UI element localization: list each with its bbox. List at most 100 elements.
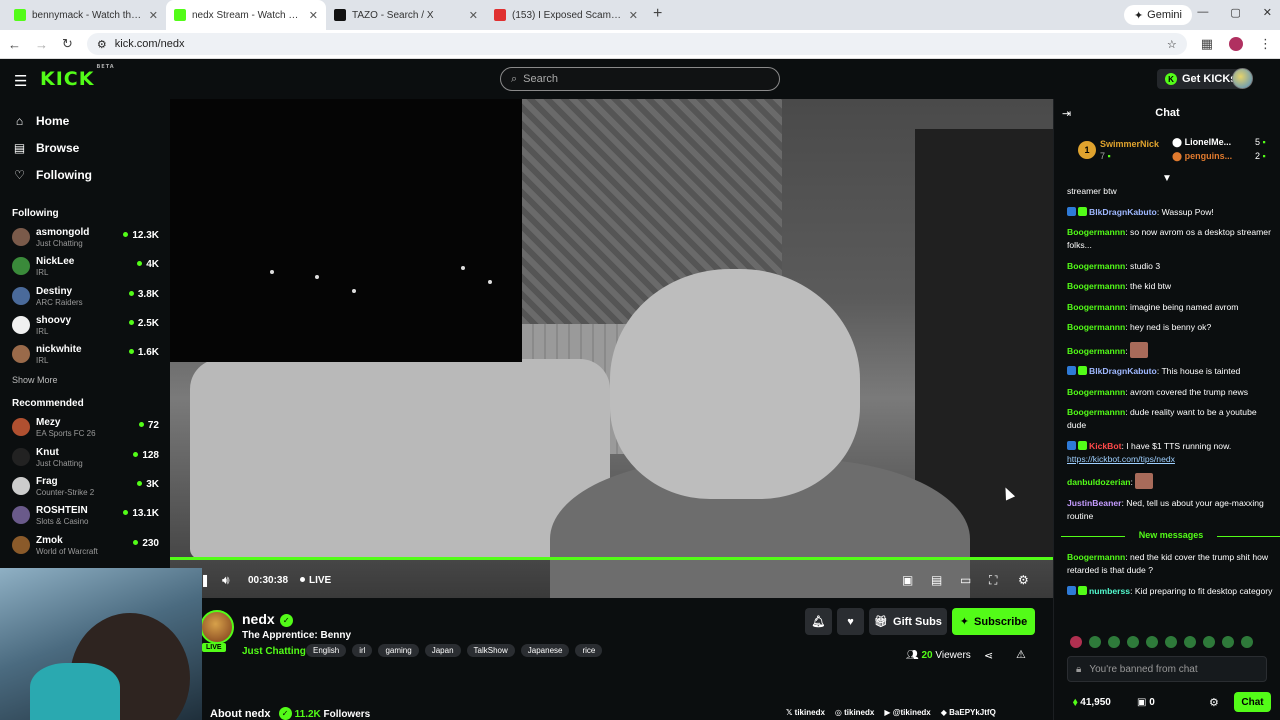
live-indicator[interactable]: LIVE xyxy=(300,575,331,586)
expand-leaderboard-icon[interactable]: ▼ xyxy=(1162,173,1172,184)
address-bar[interactable]: ⚙ kick.com/nedx ☆ xyxy=(86,33,1187,55)
stream-tag[interactable]: Japan xyxy=(424,644,461,657)
share-icon[interactable]: ⋖ xyxy=(984,649,993,662)
chat-settings-icon[interactable]: ⚙ xyxy=(1209,696,1219,709)
report-icon[interactable]: ⚠ xyxy=(1016,648,1026,661)
quick-emote-icon[interactable] xyxy=(1127,636,1139,648)
nav-following[interactable]: ♡ Following xyxy=(0,161,170,188)
chat-input[interactable]: 🔒︎ You're banned from chat xyxy=(1067,656,1267,682)
video-player[interactable] xyxy=(170,99,1053,598)
search-input[interactable]: ⌕ Search xyxy=(500,67,780,91)
quick-emote-icon[interactable] xyxy=(1222,636,1234,648)
stream-tag[interactable]: irl xyxy=(352,644,373,657)
back-icon[interactable]: ← xyxy=(8,37,21,52)
reload-icon[interactable]: ↻ xyxy=(62,36,73,52)
sidebar-channel[interactable]: Mezy EA Sports FC 26 72 xyxy=(0,412,170,441)
streamer-avatar[interactable] xyxy=(200,610,234,644)
mini-player-icon[interactable]: ▣ xyxy=(902,573,913,587)
stream-tag[interactable]: English xyxy=(306,644,347,657)
nav-home[interactable]: ⌂ Home xyxy=(0,107,170,134)
extensions-icon[interactable]: ▦ xyxy=(1201,36,1213,52)
chat-username[interactable]: Boogermannn xyxy=(1067,407,1125,417)
new-messages-divider[interactable]: New messages xyxy=(1061,530,1280,543)
show-more-link[interactable]: Show More xyxy=(0,370,170,390)
hamburger-menu-icon[interactable]: ☰ xyxy=(14,72,27,90)
stream-tag[interactable]: TalkShow xyxy=(466,644,515,657)
chat-username[interactable]: danbuldozerian xyxy=(1067,477,1131,487)
fullscreen-icon[interactable]: ⛶ xyxy=(989,573,997,588)
x-social-link[interactable]: 𝕏 tikinedx xyxy=(786,708,825,717)
browser-tab[interactable]: nedx Stream - Watch Live o ✕ xyxy=(166,0,326,30)
chat-username[interactable]: Boogermannn xyxy=(1067,387,1125,397)
volume-icon[interactable]: 🔊︎ xyxy=(222,573,230,588)
quick-emote-icon[interactable] xyxy=(1089,636,1101,648)
quick-emote-icon[interactable] xyxy=(1146,636,1158,648)
quick-emote-icon[interactable] xyxy=(1070,636,1082,648)
leaderboard-row[interactable]: ⬤ penguins... xyxy=(1172,151,1232,162)
nav-browse[interactable]: ▤ Browse xyxy=(0,134,170,161)
leaderboard-top-name[interactable]: SwimmerNick xyxy=(1100,139,1159,149)
menu-kebab-icon[interactable]: ⋮ xyxy=(1259,36,1272,52)
browser-tab[interactable]: bennymack - Watch the VOD o ✕ xyxy=(6,0,166,30)
minimize-icon[interactable]: — xyxy=(1197,6,1208,19)
discord-social-link[interactable]: ◆ BaEPYkJtfQ xyxy=(941,708,996,717)
tab-close-icon[interactable]: ✕ xyxy=(629,9,638,22)
chat-username[interactable]: Boogermannn xyxy=(1067,281,1125,291)
chat-username[interactable]: numberss xyxy=(1089,586,1130,596)
sidebar-channel[interactable]: ROSHTEIN Slots & Casino 13.1K xyxy=(0,500,170,529)
video-progress-bar[interactable] xyxy=(170,557,1053,560)
sidebar-channel[interactable]: Zmok World of Warcraft 230 xyxy=(0,530,170,559)
streamer-name[interactable]: nedx ✓ xyxy=(242,611,293,627)
sidebar-channel[interactable]: nickwhite IRL 1.6K xyxy=(0,339,170,368)
chat-username[interactable]: JustinBeaner xyxy=(1067,498,1121,508)
kicks-balance[interactable]: ▣ 0 xyxy=(1137,697,1155,708)
tab-close-icon[interactable]: ✕ xyxy=(149,9,158,22)
tab-close-icon[interactable]: ✕ xyxy=(309,9,318,22)
quick-emote-icon[interactable] xyxy=(1184,636,1196,648)
chat-username[interactable]: Boogermannn xyxy=(1067,552,1125,562)
kick-logo[interactable]: KICKBETA xyxy=(40,64,114,90)
youtube-social-link[interactable]: ▶ @tikinedx xyxy=(884,708,930,717)
notification-bell-button[interactable]: 🔔︎ xyxy=(805,608,832,635)
sidebar-channel[interactable]: shoovy IRL 2.5K xyxy=(0,310,170,339)
gemini-button[interactable]: ✦ Gemini xyxy=(1123,5,1192,25)
stream-tag[interactable]: rice xyxy=(575,644,603,657)
sidebar-channel[interactable]: NickLee IRL 4K xyxy=(0,251,170,280)
new-tab-button[interactable]: + xyxy=(643,5,672,23)
chat-username[interactable]: Boogermannn xyxy=(1067,261,1125,271)
chat-username[interactable]: BlkDragnKabuto xyxy=(1089,366,1157,376)
quick-emote-icon[interactable] xyxy=(1203,636,1215,648)
quick-emote-icon[interactable] xyxy=(1108,636,1120,648)
close-window-icon[interactable]: ✕ xyxy=(1263,6,1272,19)
gift-subs-button[interactable]: 🎁︎ Gift Subs xyxy=(869,608,947,635)
sidebar-channel[interactable]: Frag Counter-Strike 2 3K xyxy=(0,471,170,500)
browser-tab[interactable]: (153) I Exposed Scammers in To ✕ xyxy=(486,0,646,30)
chat-username[interactable]: BlkDragnKabuto xyxy=(1089,207,1157,217)
chat-link[interactable]: https://kickbot.com/tips/nedx xyxy=(1067,454,1175,464)
theater-mode-icon[interactable]: ▭ xyxy=(960,573,971,587)
chat-username[interactable]: KickBot xyxy=(1089,441,1121,451)
user-avatar[interactable] xyxy=(1232,68,1253,89)
settings-gear-icon[interactable]: ⚙ xyxy=(1018,573,1029,587)
stream-tag[interactable]: gaming xyxy=(378,644,419,657)
send-chat-button[interactable]: Chat xyxy=(1234,692,1271,712)
instagram-social-link[interactable]: ◎ tikinedx xyxy=(835,708,874,717)
quick-emote-icon[interactable] xyxy=(1241,636,1253,648)
chat-username[interactable]: Boogermannn xyxy=(1067,346,1125,356)
quick-emote-icon[interactable] xyxy=(1165,636,1177,648)
follow-heart-button[interactable]: ♥ xyxy=(837,608,864,635)
bookmark-star-icon[interactable]: ☆ xyxy=(1167,38,1177,51)
sidebar-channel[interactable]: asmongold Just Chatting 12.3K xyxy=(0,222,170,251)
site-info-icon[interactable]: ⚙ xyxy=(97,38,107,51)
chat-username[interactable]: Boogermannn xyxy=(1067,227,1125,237)
clip-icon[interactable]: ▤ xyxy=(931,573,942,587)
profile-avatar[interactable] xyxy=(1229,37,1243,51)
stream-tag[interactable]: Japanese xyxy=(520,644,570,657)
channel-points[interactable]: ⬧ 41,950 xyxy=(1073,697,1111,708)
chat-username[interactable]: Boogermannn xyxy=(1067,302,1125,312)
forward-icon[interactable]: → xyxy=(35,37,48,52)
maximize-icon[interactable]: ▢ xyxy=(1230,6,1240,19)
sidebar-channel[interactable]: Knut Just Chatting 128 xyxy=(0,442,170,471)
chat-username[interactable]: Boogermannn xyxy=(1067,322,1125,332)
browser-tab[interactable]: TAZO - Search / X ✕ xyxy=(326,0,486,30)
